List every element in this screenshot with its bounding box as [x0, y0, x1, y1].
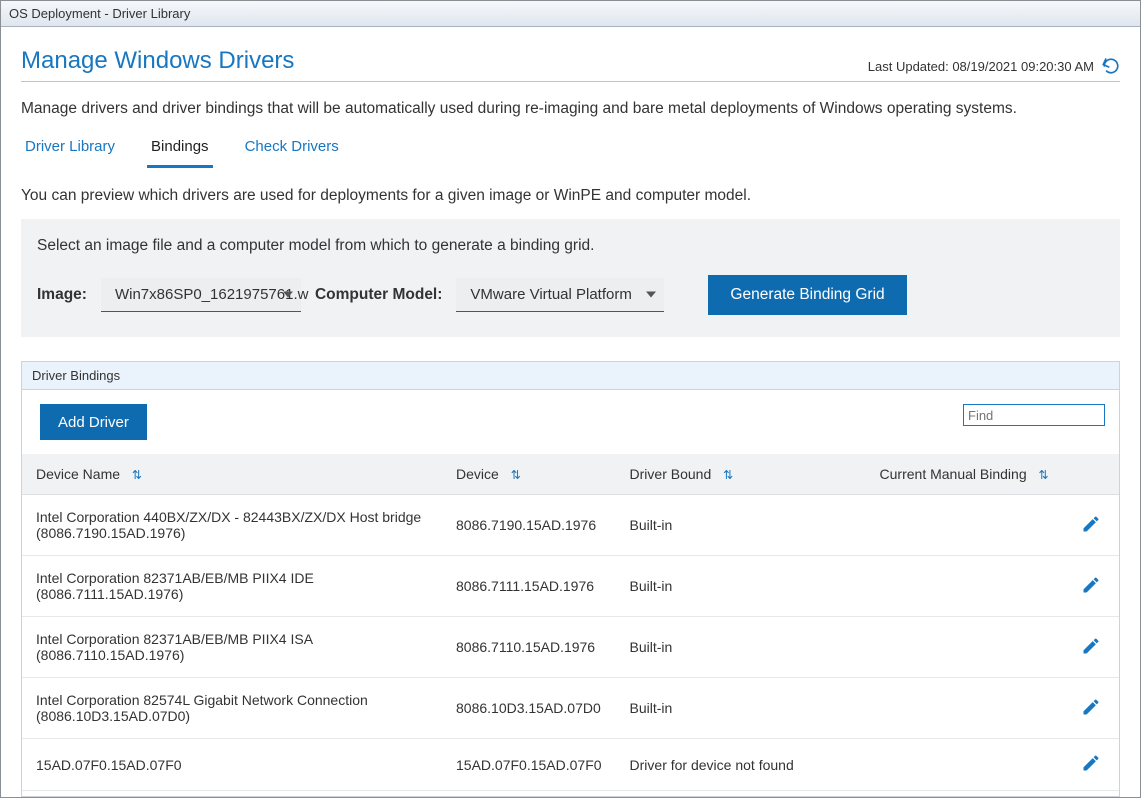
cell-device: 8086.10D3.15AD.07D0: [442, 678, 616, 739]
table-row: Intel Corporation 82371AB/EB/MB PIIX4 ID…: [22, 556, 1119, 617]
col-header-label: Driver Bound: [630, 466, 712, 482]
cell-manual-binding: [866, 739, 1067, 791]
window-title: OS Deployment - Driver Library: [9, 6, 190, 21]
table-row: Intel Corporation 440BX/ZX/DX - 82443BX/…: [22, 495, 1119, 556]
tab-bindings[interactable]: Bindings: [147, 132, 213, 168]
cell-device: 8086.7190.15AD.1976: [442, 495, 616, 556]
tab-check-drivers[interactable]: Check Drivers: [241, 132, 343, 168]
edit-icon[interactable]: [1081, 753, 1101, 773]
image-dropdown-value: Win7x86SP0_1621975761.w: [115, 286, 308, 303]
last-updated: Last Updated: 08/19/2021 09:20:30 AM: [868, 57, 1120, 75]
col-header-label: Device: [456, 466, 499, 482]
cell-driver-bound: Built-in: [616, 495, 866, 556]
tab-driver-library[interactable]: Driver Library: [21, 132, 119, 168]
cell-manual-binding: [866, 678, 1067, 739]
model-label: Computer Model:: [315, 286, 442, 304]
last-updated-text: Last Updated: 08/19/2021 09:20:30 AM: [868, 59, 1094, 74]
cell-device-name: Intel Corporation 82574L Gigabit Network…: [22, 678, 442, 739]
cell-driver-bound: Built-in: [616, 617, 866, 678]
caret-down-icon: [283, 286, 293, 303]
edit-icon[interactable]: [1081, 514, 1101, 534]
col-header-device[interactable]: Device ⇅: [442, 454, 616, 495]
selector-instruction: Select an image file and a computer mode…: [37, 237, 1104, 255]
sort-icon[interactable]: ⇅: [1039, 468, 1049, 482]
cell-edit: [1067, 556, 1119, 617]
cell-driver-bound: Built-in: [616, 556, 866, 617]
cell-edit: [1067, 495, 1119, 556]
edit-icon[interactable]: [1081, 697, 1101, 717]
cell-device-name: Intel Corporation 82371AB/EB/MB PIIX4 IS…: [22, 617, 442, 678]
find-input[interactable]: [963, 404, 1105, 426]
sort-icon[interactable]: ⇅: [132, 468, 142, 482]
edit-icon[interactable]: [1081, 575, 1101, 595]
sort-icon[interactable]: ⇅: [511, 468, 521, 482]
image-dropdown[interactable]: Win7x86SP0_1621975761.w: [101, 278, 301, 312]
cell-edit: [1067, 739, 1119, 791]
col-header-label: Current Manual Binding: [880, 466, 1027, 482]
app-window: OS Deployment - Driver Library Manage Wi…: [0, 0, 1141, 798]
col-header-manual-binding[interactable]: Current Manual Binding ⇅: [866, 454, 1067, 495]
bindings-description: You can preview which drivers are used f…: [21, 187, 1120, 205]
table-row: Intel Corporation 82371AB/EB/MB PIIX4 IS…: [22, 617, 1119, 678]
cell-device-name: Intel Corporation 82371AB/EB/MB PIIX4 ID…: [22, 556, 442, 617]
window-titlebar: OS Deployment - Driver Library: [1, 1, 1140, 27]
grid-header: Driver Bindings: [22, 362, 1119, 390]
col-header-label: Device Name: [36, 466, 120, 482]
col-header-device-name[interactable]: Device Name ⇅: [22, 454, 442, 495]
cell-edit: [1067, 617, 1119, 678]
page-header: Manage Windows Drivers Last Updated: 08/…: [21, 47, 1120, 82]
cell-device-name: 15AD.07F0.15AD.07F0: [22, 739, 442, 791]
page-title: Manage Windows Drivers: [21, 47, 294, 75]
selector-row: Image: Win7x86SP0_1621975761.w Computer …: [37, 275, 1104, 315]
cell-manual-binding: [866, 556, 1067, 617]
cell-device-name: Intel Corporation 440BX/ZX/DX - 82443BX/…: [22, 495, 442, 556]
edit-icon[interactable]: [1081, 636, 1101, 656]
content-area: Manage Windows Drivers Last Updated: 08/…: [1, 27, 1140, 797]
sort-icon[interactable]: ⇅: [723, 468, 733, 482]
cell-driver-bound: Driver for device not found: [616, 739, 866, 791]
cell-device: 15AD.07F0.15AD.07F0: [442, 739, 616, 791]
cell-edit: [1067, 678, 1119, 739]
cell-device: 8086.7111.15AD.1976: [442, 556, 616, 617]
cell-driver-bound: Built-in: [616, 678, 866, 739]
cell-device: 8086.7110.15AD.1976: [442, 617, 616, 678]
col-header-driver-bound[interactable]: Driver Bound ⇅: [616, 454, 866, 495]
cell-manual-binding: [866, 495, 1067, 556]
generate-binding-grid-button[interactable]: Generate Binding Grid: [708, 275, 906, 315]
refresh-icon[interactable]: [1102, 57, 1120, 75]
cell-manual-binding: [866, 617, 1067, 678]
caret-down-icon: [646, 286, 656, 303]
add-driver-button[interactable]: Add Driver: [40, 404, 147, 440]
driver-bindings-grid: Driver Bindings Add Driver Device Name ⇅: [21, 361, 1120, 797]
col-header-edit: [1067, 454, 1119, 495]
bindings-table: Device Name ⇅ Device ⇅ Driver Bound ⇅: [22, 454, 1119, 791]
model-dropdown-value: VMware Virtual Platform: [470, 286, 631, 303]
table-header-row: Device Name ⇅ Device ⇅ Driver Bound ⇅: [22, 454, 1119, 495]
image-label: Image:: [37, 286, 87, 304]
table-scroll[interactable]: Device Name ⇅ Device ⇅ Driver Bound ⇅: [22, 454, 1119, 796]
tab-bar: Driver Library Bindings Check Drivers: [21, 132, 1120, 169]
selector-panel: Select an image file and a computer mode…: [21, 219, 1120, 337]
page-subtitle: Manage drivers and driver bindings that …: [21, 100, 1120, 118]
table-row: 15AD.07F0.15AD.07F015AD.07F0.15AD.07F0Dr…: [22, 739, 1119, 791]
grid-toolbar: Add Driver: [22, 390, 1119, 454]
model-dropdown[interactable]: VMware Virtual Platform: [456, 278, 664, 312]
table-row: Intel Corporation 82574L Gigabit Network…: [22, 678, 1119, 739]
